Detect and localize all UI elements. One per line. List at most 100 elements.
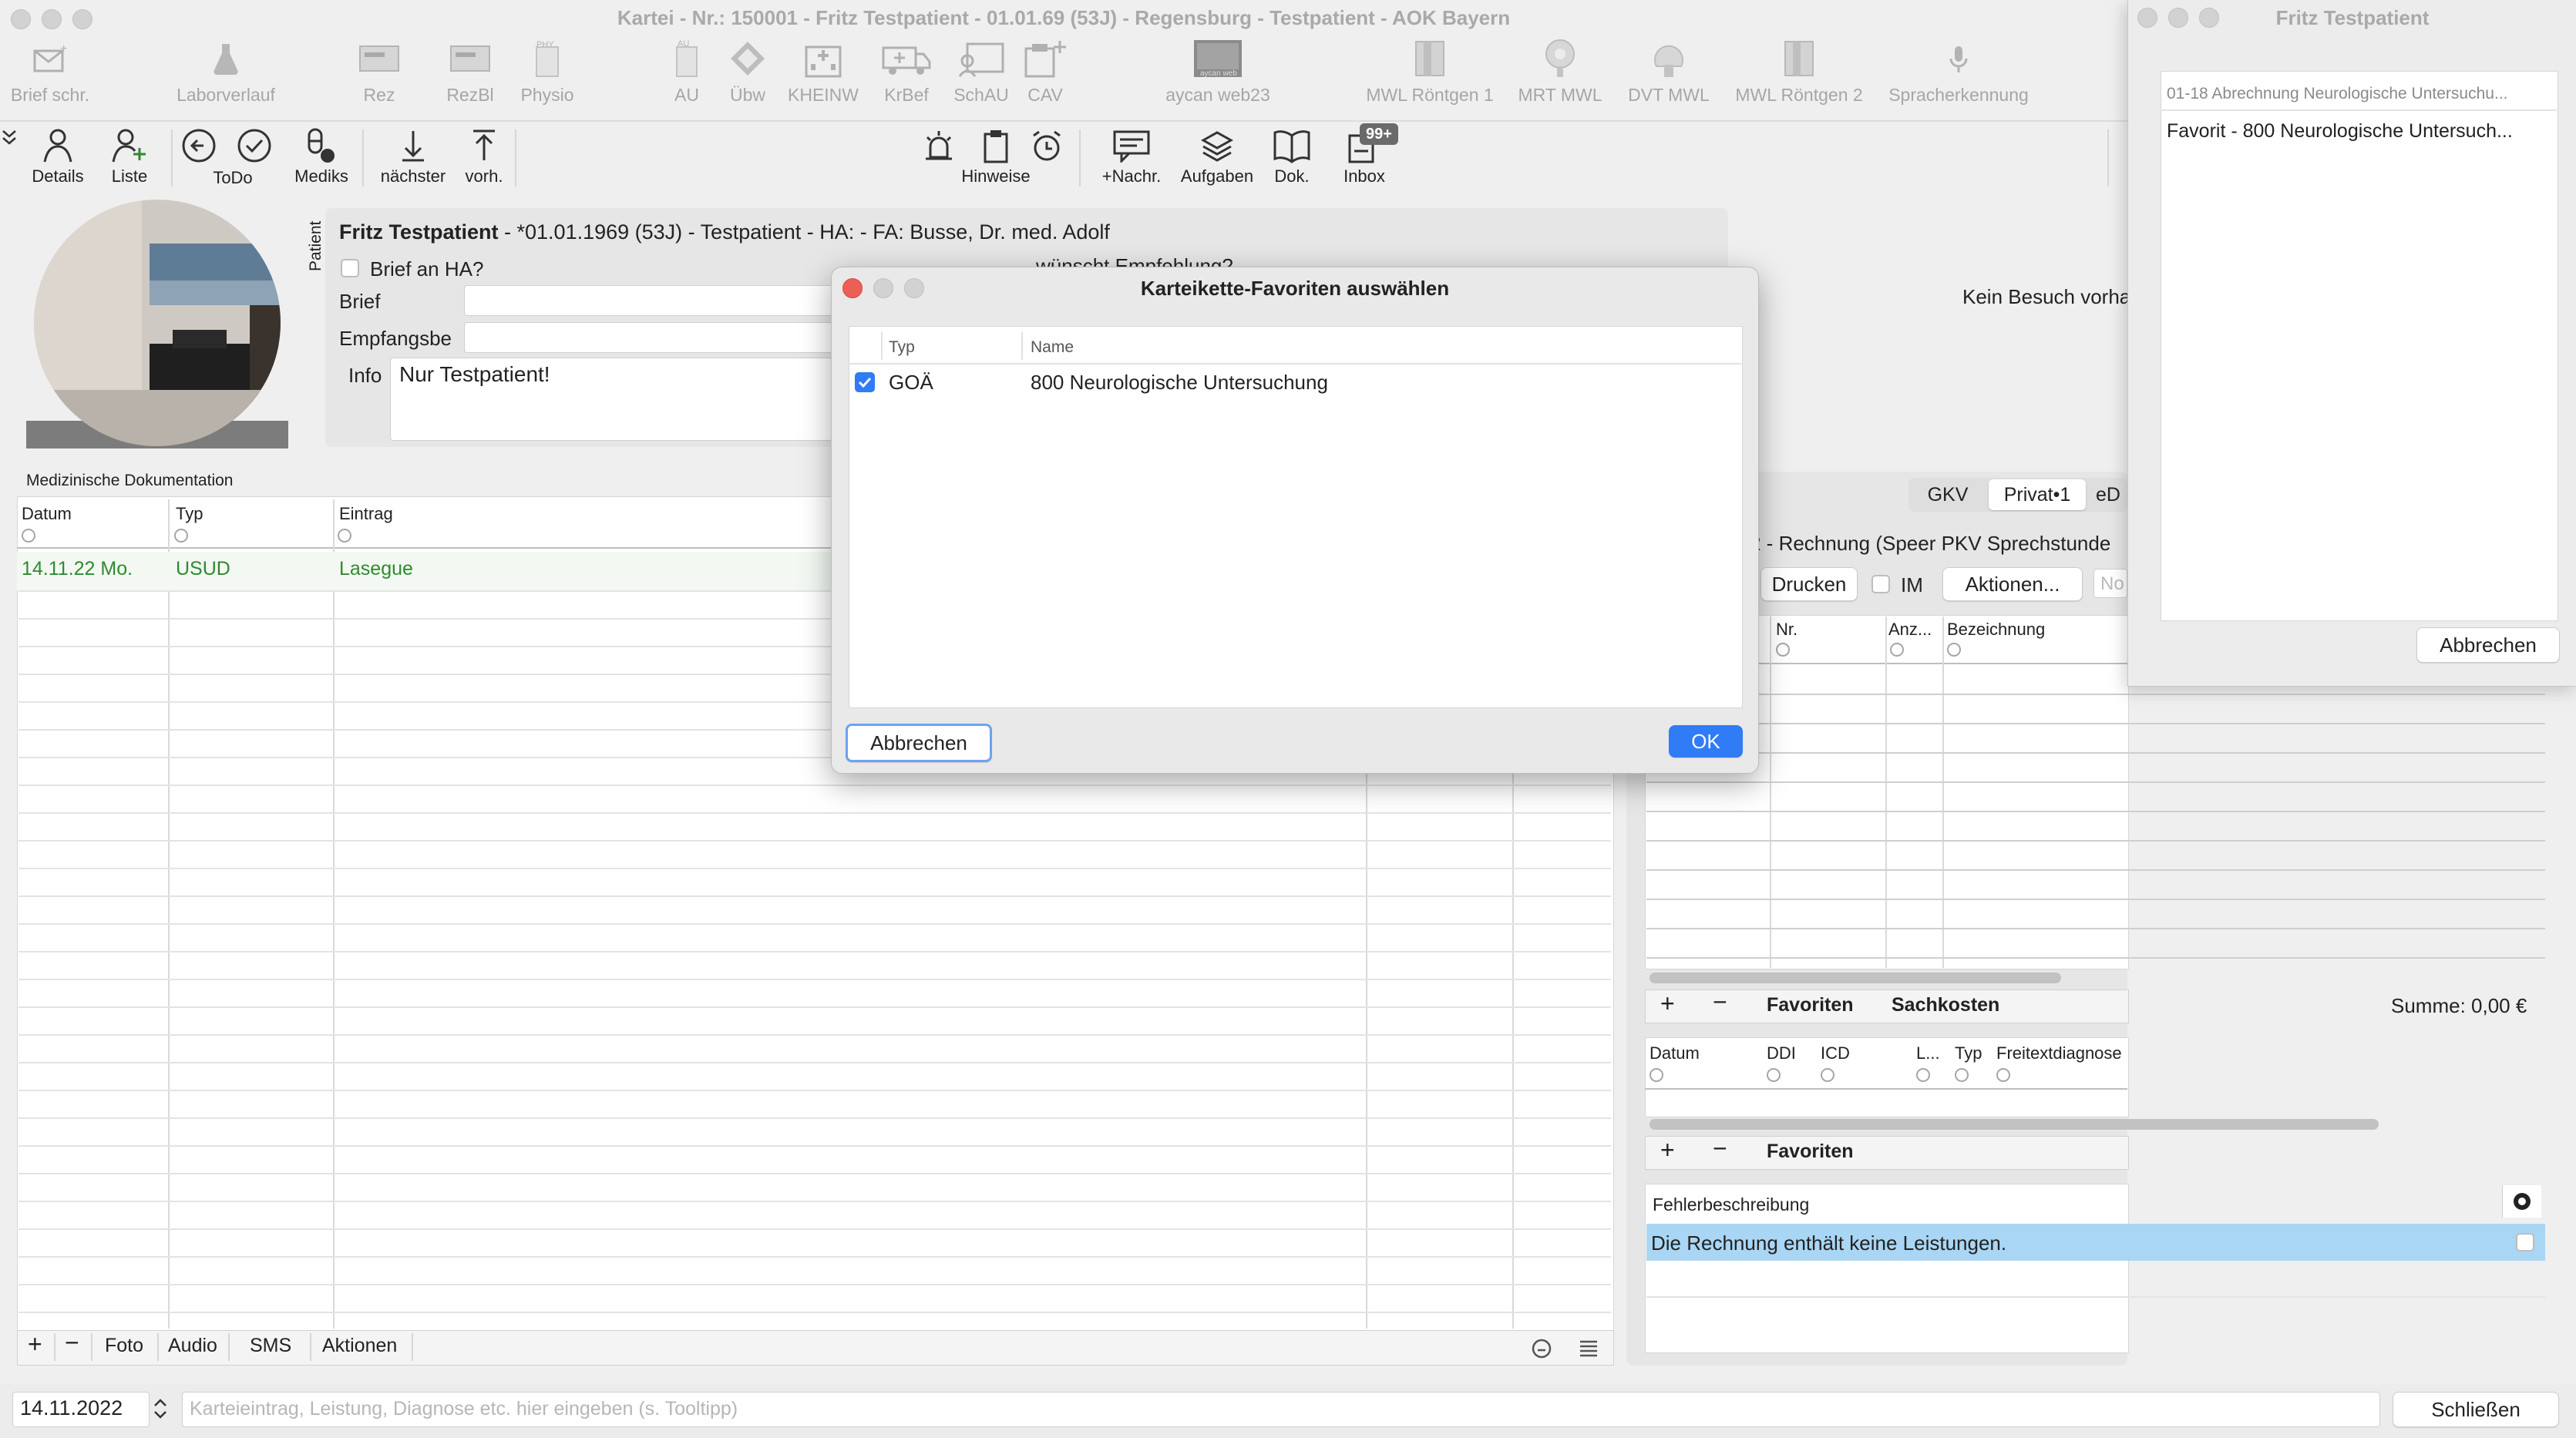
date-stepper[interactable] <box>150 1392 171 1426</box>
toolbar-physio[interactable]: PHY Physio <box>518 37 577 114</box>
drucken-button[interactable]: Drucken <box>1760 567 1858 601</box>
side-list-item-2[interactable]: Favorit - 800 Neurologische Untersuch... <box>2167 120 2551 143</box>
col-bezeichnung-filter[interactable] <box>1947 643 1961 657</box>
remove-diagnosis-button[interactable]: − <box>1713 1134 1727 1163</box>
empfangsbe-field[interactable] <box>464 322 832 353</box>
aktionen-tab[interactable]: Aktionen <box>322 1335 397 1357</box>
remove-service-button[interactable]: − <box>1713 988 1727 1016</box>
error-settings-button[interactable] <box>2502 1185 2541 1218</box>
remove-entry-button[interactable]: − <box>65 1329 79 1357</box>
toolbar-laborverlauf[interactable]: Laborverlauf <box>176 37 276 114</box>
fav-row-name[interactable]: 800 Neurologische Untersuchung <box>1031 371 1328 395</box>
col-freitext[interactable]: Freitextdiagnose <box>1996 1043 2122 1063</box>
dialog-ok-button[interactable]: OK <box>1669 725 1743 758</box>
add-diagnosis-button[interactable]: + <box>1660 1136 1675 1164</box>
col-anz[interactable]: Anz... <box>1888 620 1932 640</box>
no-field[interactable]: No <box>2093 569 2127 598</box>
brief-an-ha-checkbox[interactable] <box>341 259 359 277</box>
diagnosis-scrollbar[interactable] <box>1650 1119 2379 1130</box>
collapse-chevron-icon[interactable] <box>2 128 17 152</box>
toolbar-spracherkennung[interactable]: Spracherkennung <box>1887 37 2030 114</box>
col-diag-typ[interactable]: Typ <box>1955 1043 1982 1063</box>
toolbar-kheinw[interactable]: KHEINW <box>786 37 860 114</box>
tab-privat[interactable]: Privat•1 <box>1989 479 2086 510</box>
row-gridline <box>18 1312 1611 1313</box>
foto-tab[interactable]: Foto <box>105 1335 143 1357</box>
col-nr[interactable]: Nr. <box>1776 620 1797 640</box>
col-eintrag-filter[interactable] <box>338 529 351 543</box>
col-bezeichnung[interactable]: Bezeichnung <box>1947 620 2045 640</box>
brief-field[interactable] <box>464 285 832 316</box>
toolbar-vorh[interactable]: vorh. <box>459 125 509 190</box>
col-icd[interactable]: ICD <box>1821 1043 1850 1063</box>
col-icd-filter[interactable] <box>1821 1068 1834 1082</box>
services-scrollbar[interactable] <box>1650 973 2061 983</box>
col-l-filter[interactable] <box>1916 1068 1930 1082</box>
col-fav-name[interactable]: Name <box>1031 338 1074 357</box>
fav-row-checkbox[interactable] <box>855 372 875 392</box>
toolbar-cav[interactable]: CAV <box>1022 37 1068 114</box>
toolbar-naechster[interactable]: nächster <box>373 125 453 190</box>
checkmark-icon <box>858 377 872 388</box>
col-eintrag[interactable]: Eintrag <box>339 504 393 524</box>
toolbar-rez[interactable]: Rez <box>356 37 402 114</box>
error-checkbox[interactable] <box>2516 1233 2534 1252</box>
aktionen-button[interactable]: Aktionen... <box>1942 567 2083 601</box>
side-list-item-1[interactable]: 01-18 Abrechnung Neurologische Untersuch… <box>2167 85 2551 103</box>
toolbar-schau[interactable]: SchAU <box>948 37 1014 114</box>
col-ddi[interactable]: DDI <box>1767 1043 1796 1063</box>
toolbar-mwl-roentgen-1[interactable]: MWL Röntgen 1 <box>1364 37 1495 114</box>
col-anz-filter[interactable] <box>1890 643 1904 657</box>
diagnosis-favoriten-button[interactable]: Favoriten <box>1767 1141 1854 1163</box>
col-diag-datum-filter[interactable] <box>1650 1068 1663 1082</box>
col-diag-typ-filter[interactable] <box>1955 1068 1969 1082</box>
patient-photo[interactable] <box>26 197 288 452</box>
row-gridline <box>18 895 1611 897</box>
toolbar-dok[interactable]: Dok. <box>1264 125 1320 190</box>
tab-ed[interactable]: eD <box>2089 479 2127 510</box>
col-typ[interactable]: Typ <box>176 504 203 524</box>
aycan-icon: aycan web <box>1192 37 1243 80</box>
toolbar-krbef[interactable]: KrBef <box>879 37 934 114</box>
smiley-icon[interactable] <box>1531 1338 1552 1363</box>
col-ddi-filter[interactable] <box>1767 1068 1781 1082</box>
toolbar-mediks[interactable]: Mediks <box>288 125 355 190</box>
toolbar-uebw[interactable]: Übw <box>725 37 771 114</box>
col-freitext-filter[interactable] <box>1996 1068 2010 1082</box>
side-list[interactable] <box>2161 71 2558 621</box>
tab-gkv[interactable]: GKV <box>1912 479 1984 510</box>
toolbar-aufgaben[interactable]: Aufgaben <box>1175 125 1259 190</box>
col-datum[interactable]: Datum <box>22 504 72 524</box>
book-icon <box>1272 125 1312 166</box>
toolbar-aycan[interactable]: aycan web aycan web23 <box>1156 37 1280 114</box>
toolbar-details[interactable]: Details <box>23 125 92 190</box>
dialog-cancel-button[interactable]: Abbrechen <box>846 724 992 762</box>
sachkosten-button[interactable]: Sachkosten <box>1892 994 1999 1016</box>
toolbar-nachr[interactable]: +Nachr. <box>1093 125 1170 190</box>
col-fav-typ[interactable]: Typ <box>889 338 915 357</box>
toolbar-todo[interactable] <box>233 125 276 190</box>
add-service-button[interactable]: + <box>1660 989 1675 1018</box>
toolbar-au[interactable]: AU AU <box>669 37 705 114</box>
favoriten-button[interactable]: Favoriten <box>1767 994 1854 1016</box>
schliessen-button[interactable]: Schließen <box>2393 1392 2559 1427</box>
toolbar-liste[interactable]: Liste <box>100 125 159 190</box>
fav-row-typ[interactable]: GOÄ <box>889 371 933 395</box>
add-entry-button[interactable]: + <box>28 1330 42 1359</box>
col-typ-filter[interactable] <box>174 529 188 543</box>
toolbar-dvt-mwl[interactable]: DVT MWL <box>1626 37 1711 114</box>
col-nr-filter[interactable] <box>1776 643 1790 657</box>
toolbar-rezbl[interactable]: RezBl <box>441 37 499 114</box>
col-diag-datum[interactable]: Datum <box>1650 1043 1700 1063</box>
toolbar-mrt-mwl[interactable]: MRT MWL <box>1512 37 1608 114</box>
side-cancel-button[interactable]: Abbrechen <box>2416 627 2560 663</box>
col-datum-filter[interactable] <box>22 529 35 543</box>
col-l[interactable]: L... <box>1916 1043 1940 1063</box>
toolbar-brief-schr[interactable]: + Brief schr. <box>8 37 92 114</box>
toolbar-mwl-roentgen-2[interactable]: MWL Röntgen 2 <box>1730 37 1868 114</box>
toolbar-clock[interactable] <box>1024 125 1070 190</box>
list-view-icon[interactable] <box>1577 1338 1600 1363</box>
im-checkbox[interactable] <box>1871 575 1890 593</box>
audio-tab[interactable]: Audio <box>168 1335 217 1357</box>
sms-tab[interactable]: SMS <box>250 1335 291 1357</box>
